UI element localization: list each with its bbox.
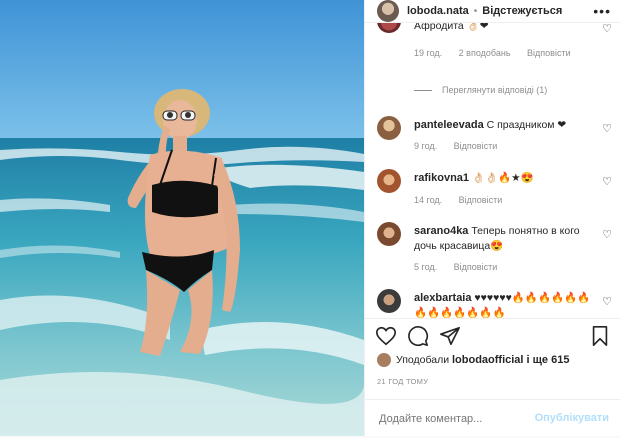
likes-prefix: Уподобали (396, 354, 452, 366)
view-replies-label: Переглянути відповіді (1) (442, 85, 548, 95)
comment-item: rafikovna1 👌🏻👌🏻🔥★😍 14 год. Відповісти ♡ (377, 169, 613, 209)
comment-meta: 5 год. Відповісти (414, 262, 511, 272)
bookmark-icon[interactable] (589, 325, 611, 347)
comment-text: 👌🏻👌🏻🔥★😍 (471, 172, 534, 184)
add-comment-input[interactable] (377, 412, 541, 426)
comment-like-icon[interactable]: ♡ (601, 296, 613, 308)
commenter-username[interactable]: panteleevada (414, 119, 484, 131)
view-replies-line (414, 89, 432, 91)
likes-user[interactable]: lobodaofficial (452, 354, 524, 366)
comment-text: С праздником ❤ (486, 119, 567, 131)
instagram-post: loboda.nata • Відстежується ••• Афродита… (0, 0, 620, 436)
post-header: loboda.nata • Відстежується ••• (365, 0, 620, 22)
comment-meta: 19 год. 2 вподобань Відповісти (414, 48, 585, 58)
reply-button[interactable]: Відповісти (454, 141, 498, 151)
comment-like-icon[interactable]: ♡ (601, 23, 613, 35)
comment-text: Афродита 👌🏻❤ (414, 22, 489, 32)
post-timestamp[interactable]: 21 ГОД ТОМУ (377, 377, 428, 386)
reply-button[interactable]: Відповісти (459, 195, 503, 205)
follow-status-button[interactable]: Відстежується (482, 5, 562, 17)
commenter-avatar[interactable] (377, 222, 401, 246)
comment-meta: 14 год. Відповісти (414, 195, 516, 205)
comment-like-icon[interactable]: ♡ (601, 229, 613, 241)
comment-item: sarano4ka Теперь понятно в кого дочь кра… (377, 222, 613, 278)
comment-meta: 9 год. Відповісти (414, 141, 511, 151)
commenter-username[interactable]: alexbartaia (414, 292, 471, 304)
post-sidebar: loboda.nata • Відстежується ••• Афродита… (364, 0, 620, 436)
commenter-username[interactable]: rafikovna1 (414, 172, 469, 184)
comment-icon[interactable] (407, 325, 429, 347)
post-photo[interactable] (0, 0, 364, 436)
liker-avatar (377, 353, 391, 367)
more-options-icon[interactable]: ••• (593, 3, 611, 19)
comment-like-icon[interactable]: ♡ (601, 123, 613, 135)
reply-button[interactable]: Відповісти (454, 262, 498, 272)
commenter-avatar[interactable] (377, 289, 401, 313)
reply-button[interactable]: Відповісти (527, 48, 571, 58)
comments-list[interactable]: Афродита 👌🏻❤ 19 год. 2 вподобань Відпові… (365, 22, 620, 319)
comment-like-icon[interactable]: ♡ (601, 176, 613, 188)
view-replies[interactable]: Переглянути відповіді (1) (414, 85, 547, 95)
commenter-username[interactable]: sarano4ka (414, 225, 468, 237)
comment-item: panteleevada С праздником ❤ 9 год. Відпо… (377, 116, 613, 156)
comment-likes-count[interactable]: 2 вподобань (459, 48, 511, 58)
add-comment-bar: Опублікувати (365, 399, 620, 438)
commenter-avatar[interactable] (377, 116, 401, 140)
comment-item: alexbartaia ♥♥♥♥♥♥🔥🔥🔥🔥🔥🔥🔥🔥🔥🔥🔥🔥🔥 ♡ (377, 289, 613, 319)
beach-photo-image (0, 0, 364, 436)
publish-button[interactable]: Опублікувати (535, 412, 609, 424)
likes-summary[interactable]: Уподобали lobodaofficial і ще 615 (377, 353, 569, 367)
author-avatar[interactable] (377, 0, 399, 22)
comment-time: 14 год. (414, 195, 443, 205)
comment-time: 5 год. (414, 262, 438, 272)
commenter-avatar[interactable] (377, 169, 401, 193)
post-actions: Уподобали lobodaofficial і ще 615 21 ГОД… (365, 318, 620, 437)
comment-time: 19 год. (414, 48, 443, 58)
comment-time: 9 год. (414, 141, 438, 151)
header-separator: • (473, 5, 478, 17)
comment-item: Афродита 👌🏻❤ 19 год. 2 вподобань Відпові… (377, 22, 613, 69)
author-username[interactable]: loboda.nata (407, 5, 469, 17)
heart-icon[interactable] (375, 325, 397, 347)
likes-suffix[interactable]: і ще 615 (523, 354, 570, 366)
commenter-avatar[interactable] (377, 23, 401, 33)
share-icon[interactable] (439, 325, 461, 347)
